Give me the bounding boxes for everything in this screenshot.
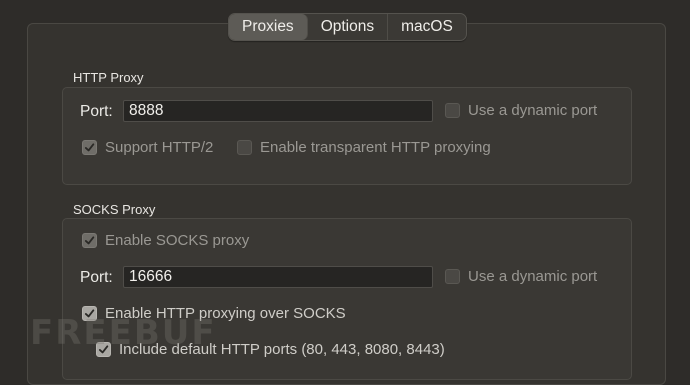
support-http2-label: Support HTTP/2 [105,139,214,156]
watermark-logo: FREEBUF [30,313,217,353]
unchecked-box-icon [237,140,252,155]
http-dynamic-port-checkbox[interactable]: Use a dynamic port [445,102,597,119]
enable-socks-checkbox[interactable]: Enable SOCKS proxy [82,232,249,249]
http-port-input[interactable] [123,100,433,122]
tab-macos[interactable]: macOS [388,14,466,40]
http-dynamic-port-label: Use a dynamic port [468,102,598,119]
tab-bar: Proxies Options macOS [228,13,467,41]
unchecked-box-icon [445,269,460,284]
transparent-proxying-checkbox[interactable]: Enable transparent HTTP proxying [237,139,491,156]
unchecked-box-icon [445,103,460,118]
checkmark-icon [82,233,97,248]
enable-socks-label: Enable SOCKS proxy [105,232,250,249]
http-port-label: Port: [80,103,113,120]
tab-options[interactable]: Options [308,14,389,40]
checkmark-icon [82,140,97,155]
socks-proxy-title: SOCKS Proxy [73,202,156,217]
socks-port-input[interactable] [123,266,433,288]
socks-dynamic-port-label: Use a dynamic port [468,268,598,285]
tab-proxies[interactable]: Proxies [229,14,308,40]
transparent-proxying-label: Enable transparent HTTP proxying [260,139,491,156]
socks-port-label: Port: [80,269,113,286]
http-proxy-title: HTTP Proxy [73,70,144,85]
socks-dynamic-port-checkbox[interactable]: Use a dynamic port [445,268,597,285]
support-http2-checkbox[interactable]: Support HTTP/2 [82,139,213,156]
